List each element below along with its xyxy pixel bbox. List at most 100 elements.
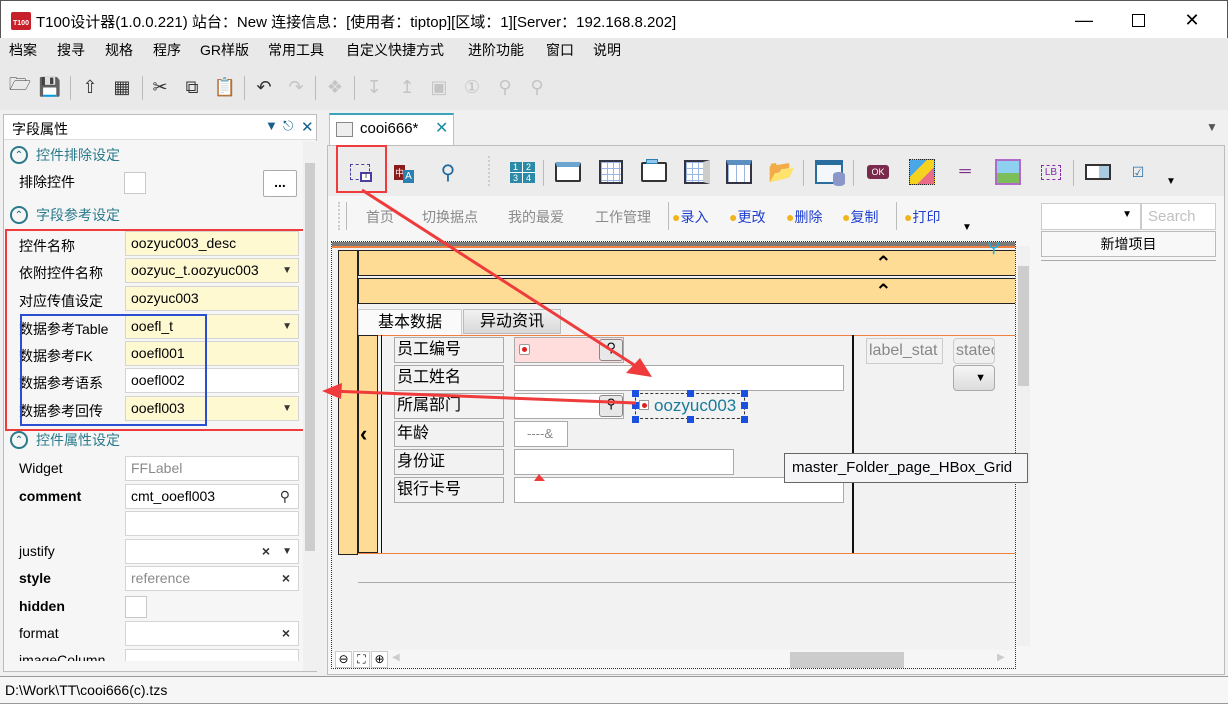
lookup-icon[interactable]: ⚲ [599,339,623,361]
panel-menu-dropdown-icon[interactable]: ▼ [265,118,278,133]
panel-close-icon[interactable]: ✕ [301,118,314,136]
close-button[interactable]: ✕ [1169,1,1215,39]
format-input[interactable]: × [125,621,299,646]
lookup-icon[interactable]: ⚲ [599,395,623,417]
ok-button-icon[interactable]: OK [864,158,892,186]
cut-icon[interactable]: ✂ [149,76,171,98]
document-tab[interactable]: cooi666* ✕ [329,113,454,145]
fit-screen-icon[interactable]: ⛶ [353,651,370,668]
resize-handle[interactable] [741,390,748,397]
widget-input[interactable]: FFLabel [125,456,299,481]
clear-icon[interactable]: × [282,622,290,645]
exclude-control-checkbox[interactable] [124,172,146,194]
tree-folder-icon[interactable]: 📂 [768,158,796,186]
nav-switch-site[interactable]: 切换据点 [422,207,478,227]
menu-gr-template[interactable]: GR样版 [200,40,249,60]
left-collapse-bar[interactable]: ‹ [358,335,378,553]
checkbox-list-icon[interactable]: ☑ [1124,158,1152,186]
table-grid-icon[interactable] [597,158,625,186]
menu-spec[interactable]: 规格 [105,40,133,60]
resize-handle[interactable] [741,402,748,409]
table-icon[interactable] [725,158,753,186]
resize-handle[interactable] [687,390,694,397]
collapse-bar-2[interactable]: ⌃ [358,278,1015,304]
resize-handle[interactable] [632,402,639,409]
toolbar-overflow-icon[interactable]: ▼ [1166,176,1176,187]
resize-handle[interactable] [741,416,748,423]
resize-handle[interactable] [687,416,694,423]
move-up-icon[interactable]: ↥ [396,76,418,98]
state-combo-label[interactable]: statec [953,338,995,364]
scroll-left-icon[interactable]: ◀ [392,652,400,663]
action-insert[interactable]: ●录入 [672,207,708,227]
nav-favorites[interactable]: 我的最爱 [508,207,564,227]
scroll-grid-icon[interactable] [683,158,711,186]
filter-dropdown[interactable]: ▼ [1041,203,1141,230]
scrollbar-thumb[interactable] [305,163,315,551]
grid-1234-icon[interactable]: 1234 [508,158,536,186]
collapse-bar-1[interactable]: ⌃ [358,250,1015,276]
search-input[interactable]: Search [1141,203,1216,230]
layout-icon[interactable]: ▦ [111,76,133,98]
move-down-icon[interactable]: ↧ [363,76,385,98]
slider-icon[interactable]: ═ [951,158,979,186]
tab-basic-data[interactable]: 基本数据 [358,309,462,336]
scroll-right-icon[interactable]: ▶ [997,652,1005,663]
redo-icon[interactable]: ↷ [285,76,307,98]
image-canvas-icon[interactable] [908,158,936,186]
menu-file[interactable]: 档案 [9,40,37,60]
id-card-input[interactable] [514,449,734,475]
nav-home[interactable]: 首页 [366,207,394,227]
blank-property-input[interactable] [125,511,299,536]
export-icon[interactable]: ⇧ [79,76,101,98]
undo-icon[interactable]: ↶ [253,76,275,98]
section-properties-header[interactable]: ⌃ 控件属性设定 [10,429,120,451]
menu-program[interactable]: 程序 [153,40,181,60]
clear-icon[interactable]: × [282,567,290,590]
add-item-button[interactable]: 新增项目 [1041,231,1216,257]
chevron-up-icon[interactable]: ⌃ [875,279,892,304]
employee-name-input[interactable] [514,365,844,391]
canvas-scrollbar-thumb[interactable] [1018,266,1029,386]
folder-tab-icon[interactable] [640,158,668,186]
search-icon[interactable]: ⚲ [280,485,290,508]
hidden-checkbox[interactable] [125,596,147,618]
canvas-scrollbar[interactable] [1017,246,1030,646]
resize-handle[interactable] [632,390,639,397]
menu-tools[interactable]: 常用工具 [268,40,324,60]
employee-id-input[interactable]: ⚲ [514,337,624,363]
section-reference-header[interactable]: ⌃ 字段参考设定 [10,204,120,226]
open-folder-icon[interactable]: 🗁 [9,74,31,98]
horizontal-scrollbar-thumb[interactable] [790,652,904,668]
justify-select[interactable]: × ▼ [125,539,299,564]
menu-help[interactable]: 说明 [593,40,621,60]
paste-icon[interactable]: 📋 [214,76,236,98]
zoom-in-icon[interactable]: ⊕ [371,651,388,668]
comment-input[interactable]: cmt_ooefl003 ⚲ [125,484,299,509]
search-link-icon[interactable]: ⚲ [434,158,462,186]
label-stat[interactable]: label_stat [866,338,943,364]
tab-overflow-icon[interactable]: ▼ [1206,120,1218,134]
pin-icon[interactable]: ⎋ [283,118,293,134]
actionbar-overflow-icon[interactable]: ▼ [962,222,972,233]
tab-close-icon[interactable]: ✕ [435,118,448,138]
clear-icon[interactable]: × [262,540,270,563]
label-icon[interactable]: LB [1037,158,1065,186]
menu-window[interactable]: 窗口 [546,40,574,60]
number-icon[interactable]: ① [461,76,483,98]
pin-icon[interactable]: ❖ [324,76,346,98]
image-icon[interactable] [994,158,1022,186]
state-dropdown[interactable]: ▼ [953,365,995,391]
search-up-icon[interactable]: ⚲ [526,76,548,98]
copy-icon[interactable]: ⧉ [181,76,203,98]
exclude-ellipsis-button[interactable]: ... [263,170,297,197]
save-icon[interactable]: 💾 [39,76,61,98]
multilang-icon[interactable]: 中A [390,158,418,186]
age-input[interactable]: ----& [514,421,568,447]
minimize-button[interactable]: — [1061,1,1107,39]
maximize-button[interactable] [1115,1,1161,39]
chevron-left-icon[interactable]: ‹ [360,421,367,447]
menu-shortcuts[interactable]: 自定义快捷方式 [346,40,444,60]
panel-scrollbar[interactable] [303,141,317,671]
action-copy[interactable]: ●复制 [842,207,878,227]
